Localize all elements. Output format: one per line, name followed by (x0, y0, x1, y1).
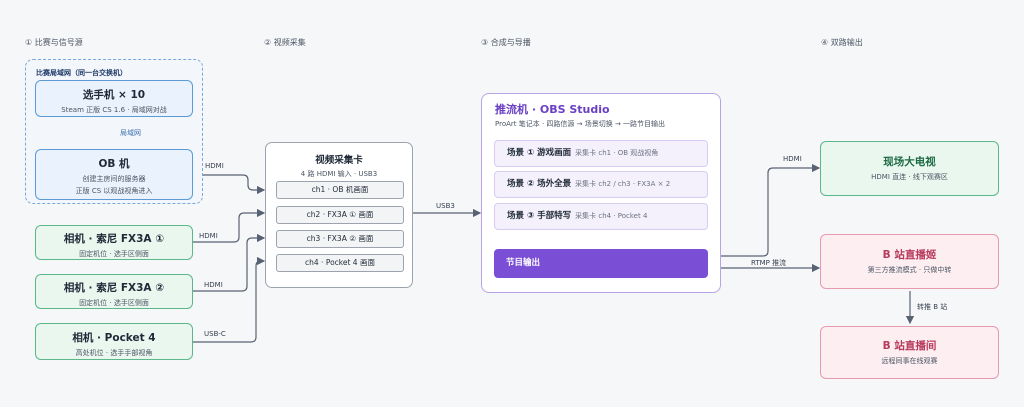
camera-fx3a-2-sub: 固定机位 · 选手区侧面 (79, 299, 149, 307)
camera-fx3a-1-sub: 固定机位 · 选手区侧面 (79, 250, 149, 258)
bilibili-live-helper-node: B 站直播姬 第三方推流模式 · 只做中转 (820, 234, 999, 289)
bilibili-room-node: B 站直播间 远程同事在线观赛 (820, 326, 999, 379)
scene-1: 场景 ① 游戏画面 采集卡 ch1 · OB 观战视角 (494, 140, 708, 167)
scene-3: 场景 ③ 手部特写 采集卡 ch4 · Pocket 4 (494, 203, 708, 230)
edge-label-usb3: USB3 (436, 202, 455, 210)
program-output: 节目输出 (494, 249, 708, 278)
edge-label-ob-hdmi: HDMI (205, 162, 224, 170)
player-machines-sub: Steam 正版 CS 1.6 · 局域网对战 (61, 106, 167, 114)
player-machines-node: 选手机 × 10 Steam 正版 CS 1.6 · 局域网对战 (35, 80, 193, 117)
camera-fx3a-2-title: 相机 · 索尼 FX3A ② (63, 282, 165, 294)
camera-fx3a-2-node: 相机 · 索尼 FX3A ② 固定机位 · 选手区侧面 (35, 274, 193, 309)
venue-tv-sub: HDMI 直连 · 线下观赛区 (871, 173, 948, 181)
scene-2: 场景 ② 场外全景 采集卡 ch2 / ch3 · FX3A × 2 (494, 171, 708, 198)
edge-ob-capture (193, 174, 266, 195)
scene-3-name: 场景 ③ 手部特写 (507, 211, 572, 221)
edge-label-pocket: USB-C (204, 330, 226, 338)
scene-1-sub: 采集卡 ch1 · OB 观战视角 (575, 149, 659, 157)
scene-3-sub: 采集卡 ch4 · Pocket 4 (575, 212, 648, 220)
venue-tv-node: 现场大电视 HDMI 直连 · 线下观赛区 (820, 141, 999, 196)
capture-card-title: 视频采集卡 (315, 155, 363, 166)
edge-label-tv-hdmi: HDMI (783, 155, 802, 163)
ob-machine-node: OB 机 创建主房间的服务器 正版 CS 以观战视角进入 (35, 149, 193, 200)
edge-label-cam1: HDMI (199, 232, 218, 240)
scene-1-name: 场景 ① 游戏画面 (507, 148, 572, 158)
obs-sub: ProArt 笔记本 · 四路信源 → 场景切换 → 一路节目输出 (495, 120, 666, 128)
obs-title: 推流机 · OBS Studio (495, 103, 610, 116)
venue-tv-title: 现场大电视 (883, 156, 936, 168)
player-machines-title: 选手机 × 10 (82, 89, 146, 101)
bilibili-live-helper-title: B 站直播姬 (882, 249, 937, 261)
capture-channel-4: ch4 · Pocket 4 画面 (276, 254, 404, 272)
edge-label-relay: 转推 B 站 (917, 303, 948, 311)
edge-label-cam2: HDMI (204, 281, 223, 289)
camera-pocket4-title: 相机 · Pocket 4 (72, 332, 156, 344)
capture-card-sub: 4 路 HDMI 输入 · USB3 (300, 170, 378, 178)
ob-machine-sub1: 创建主房间的服务器 (82, 175, 146, 183)
capture-channel-1: ch1 · OB 机画面 (276, 181, 404, 199)
edge-label-rtmp: RTMP 推流 (751, 259, 787, 267)
capture-channel-2: ch2 · FX3A ① 画面 (276, 206, 404, 224)
edge-label-lan: 局域网 (120, 129, 141, 137)
lan-group-title: 比赛局域网（同一台交换机） (36, 69, 127, 77)
bilibili-room-sub: 远程同事在线观赛 (881, 357, 938, 365)
bilibili-room-title: B 站直播间 (882, 340, 937, 352)
ob-machine-title: OB 机 (98, 158, 130, 170)
edge-obs-tv (720, 163, 821, 257)
camera-pocket4-node: 相机 · Pocket 4 高处机位 · 选手手部视角 (35, 323, 193, 360)
scene-2-sub: 采集卡 ch2 / ch3 · FX3A × 2 (575, 180, 671, 188)
camera-pocket4-sub: 高处机位 · 选手手部视角 (75, 349, 153, 357)
scene-2-name: 场景 ② 场外全景 (507, 179, 572, 189)
camera-fx3a-1-title: 相机 · 索尼 FX3A ① (63, 233, 165, 245)
capture-channel-3: ch3 · FX3A ② 画面 (276, 230, 404, 248)
camera-fx3a-1-node: 相机 · 索尼 FX3A ① 固定机位 · 选手区侧面 (35, 225, 193, 260)
ob-machine-sub2: 正版 CS 以观战视角进入 (75, 187, 153, 195)
bilibili-live-helper-sub: 第三方推流模式 · 只做中转 (867, 266, 952, 274)
